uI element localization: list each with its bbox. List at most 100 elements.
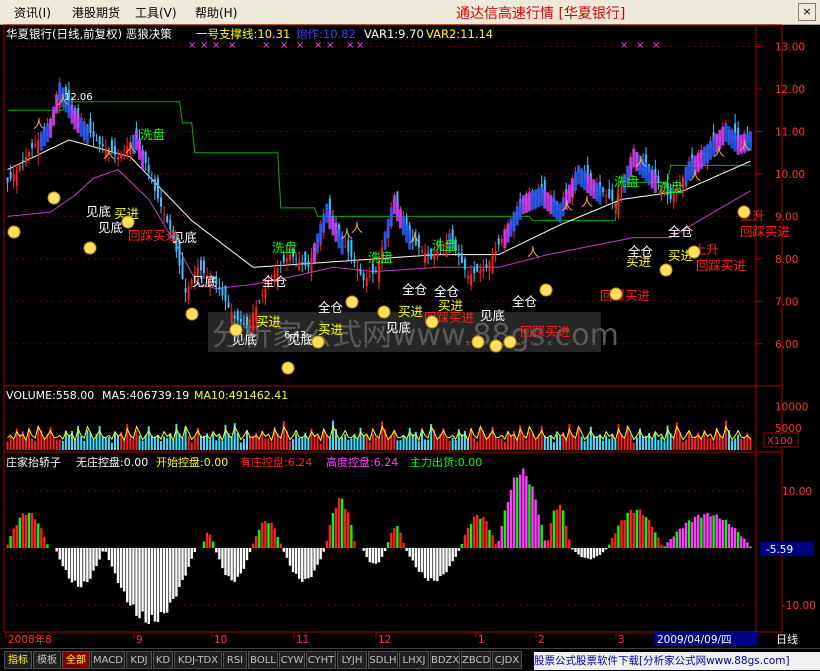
tab-lyjh[interactable]: LYJH: [337, 651, 367, 669]
runner-icon: 人: [125, 141, 137, 155]
menu-item-info[interactable]: 资讯(I): [14, 4, 51, 21]
trend-ribbon: [503, 229, 507, 249]
indicator-bar: [328, 524, 332, 548]
chart-canvas[interactable]: 分析家公式网www.88gs.com × × × × × × × × × × × × × × 洗盘洗盘洗盘…: [0, 24, 820, 648]
price-tick-label: 7.00: [775, 296, 798, 308]
indicator-bar: [380, 548, 384, 557]
trend-ribbon: [521, 195, 525, 215]
indicator-bar: [184, 548, 187, 576]
volume-bar: [187, 435, 190, 450]
indicator-bar: [147, 548, 150, 624]
tab-kdj-tdx[interactable]: KDJ-TDX: [174, 651, 222, 669]
indicator-bar: [353, 541, 356, 548]
trend-ribbon: [316, 233, 320, 253]
candle-body: [605, 195, 608, 197]
volume-multiplier: X100: [767, 436, 793, 447]
trend-ribbon: [334, 222, 338, 242]
tab-boll[interactable]: BOLL: [248, 651, 278, 669]
time-tick-label: 3: [618, 634, 625, 646]
trend-ribbon: [313, 243, 317, 263]
indicator-bar: [107, 548, 111, 561]
indicator-bar: [730, 527, 734, 548]
volume-bar: [448, 440, 451, 450]
signal-bottom: 见底: [386, 320, 411, 335]
menu-item-hk-futures[interactable]: 港股期货: [72, 4, 120, 21]
indicator-bar: [371, 548, 375, 564]
indicator-bar: [522, 468, 525, 548]
indicator-bar: [239, 548, 243, 574]
tab-kd[interactable]: KD: [153, 651, 173, 669]
tab-cyht[interactable]: CYHT: [306, 651, 336, 669]
volume-ma5: MA5:406739.19: [102, 389, 189, 402]
candle-body: [221, 287, 224, 296]
candle-body: [31, 142, 34, 149]
candle-body: [374, 270, 377, 272]
volume-bar: [651, 439, 654, 450]
tab-kdj[interactable]: KDJ: [126, 651, 152, 669]
indicator-bar: [119, 548, 123, 588]
trend-ribbon: [721, 126, 725, 146]
volume-bar: [629, 434, 632, 450]
volume-bar: [153, 436, 156, 450]
tab-macd[interactable]: MACD: [91, 651, 125, 669]
trend-ribbon: [730, 129, 734, 149]
tab-zbcd[interactable]: ZBCD: [461, 651, 491, 669]
volume-bar: [107, 437, 110, 450]
indicator-bar: [743, 538, 746, 548]
candle-body: [264, 288, 267, 298]
indicator-bar: [301, 548, 304, 582]
indicator-bar: [651, 526, 654, 548]
indicator-bar: [626, 512, 629, 548]
time-tick-label: 9: [136, 634, 143, 646]
tab-全部[interactable]: 全部: [62, 651, 90, 669]
menu-item-tools[interactable]: 工具(V): [135, 4, 177, 21]
indicator-bar: [374, 548, 378, 564]
indicator-bar: [552, 510, 556, 548]
indicator-bar: [669, 538, 672, 548]
volume-bar: [344, 434, 347, 450]
close-icon[interactable]: ×: [798, 3, 816, 21]
indicator-bar: [497, 541, 500, 548]
candle-body: [184, 287, 187, 293]
tab-指标[interactable]: 指标: [4, 651, 32, 669]
trend-ribbon: [85, 125, 89, 145]
indicator-bar: [617, 525, 620, 548]
money-bag-icon: [737, 205, 751, 219]
volume-bar: [86, 430, 89, 450]
indicator-bar: [334, 507, 338, 548]
indicator-bar: [181, 548, 184, 581]
menu-item-help[interactable]: 帮助(H): [195, 4, 237, 21]
tab-rsi[interactable]: RSI: [223, 651, 247, 669]
candle-body: [307, 260, 310, 268]
signal-marker: ×: [636, 40, 644, 51]
indicator-bar: [519, 474, 522, 548]
tab-模板[interactable]: 模板: [33, 651, 61, 669]
indicator-bar: [433, 548, 436, 581]
volume-bar: [319, 443, 322, 450]
indicator-bars: [6, 468, 752, 624]
indicator-bar: [15, 525, 18, 548]
tab-cjdx[interactable]: CJDX: [492, 651, 522, 669]
indicator-bar: [297, 548, 301, 579]
trend-ribbon: [699, 149, 703, 169]
trend-ribbon: [70, 104, 74, 124]
indicator-bar: [162, 548, 166, 614]
candle-body: [98, 136, 101, 145]
tab-lhxj[interactable]: LHXJ: [399, 651, 429, 669]
volume-bar: [454, 440, 457, 450]
indicator-bar: [215, 548, 218, 553]
signal-marker: ×: [652, 40, 660, 51]
indicator-bar: [153, 548, 157, 622]
tab-bdzx[interactable]: BDZX: [430, 651, 460, 669]
signal-marker: ×: [212, 40, 220, 51]
trend-ribbon: [647, 166, 651, 186]
tab-cyw[interactable]: CYW: [279, 651, 305, 669]
tab-sdlh[interactable]: SDLH: [368, 651, 398, 669]
volume-bar: [156, 434, 159, 450]
money-bag-icon: [425, 315, 439, 329]
indicator-bar: [236, 548, 239, 577]
volume-bar: [166, 438, 169, 450]
indicator-bar: [294, 548, 298, 574]
candle-body: [92, 131, 95, 137]
indicator-bar: [405, 548, 408, 551]
